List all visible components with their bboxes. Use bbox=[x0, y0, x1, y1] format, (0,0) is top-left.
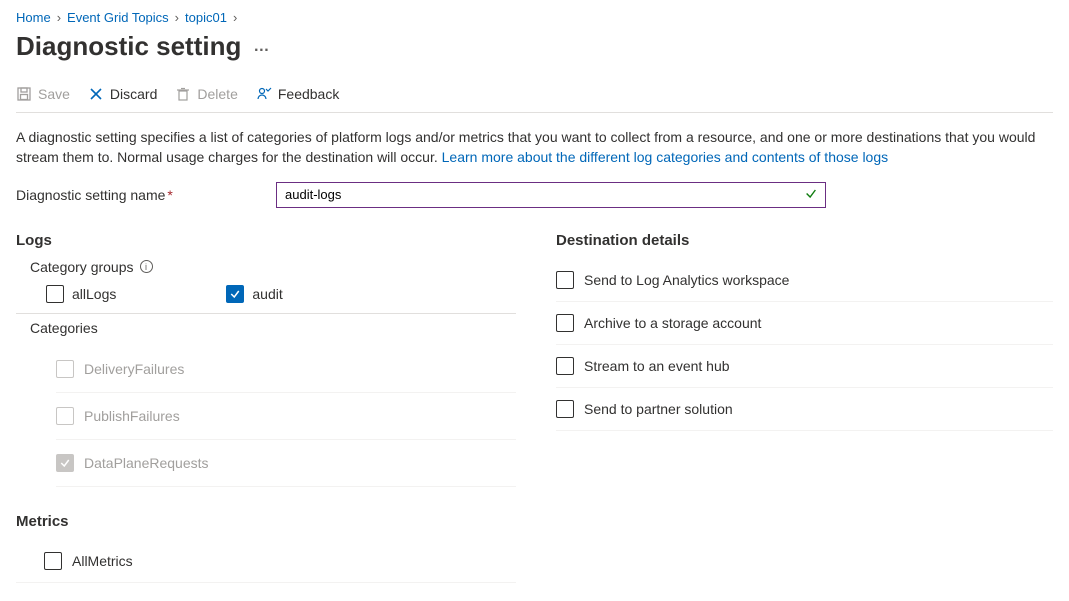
save-icon bbox=[16, 86, 32, 102]
page-title: Diagnostic setting … bbox=[16, 31, 1053, 62]
chevron-right-icon: › bbox=[233, 10, 237, 25]
dataplanerequests-checkbox bbox=[56, 454, 74, 472]
discard-label: Discard bbox=[110, 86, 157, 102]
dest-storage-label: Archive to a storage account bbox=[584, 315, 761, 331]
allmetrics-checkbox[interactable] bbox=[44, 552, 62, 570]
dest-eventhub-checkbox[interactable] bbox=[556, 357, 574, 375]
category-groups-label: Category groups bbox=[30, 259, 134, 275]
dest-eventhub[interactable]: Stream to an event hub bbox=[556, 345, 1053, 388]
allmetrics-label: AllMetrics bbox=[72, 553, 133, 569]
trash-icon bbox=[175, 86, 191, 102]
audit-checkbox[interactable] bbox=[226, 285, 244, 303]
alllogs-checkbox[interactable] bbox=[46, 285, 64, 303]
required-mark: * bbox=[167, 187, 172, 203]
checkmark-icon bbox=[804, 186, 818, 203]
feedback-icon bbox=[256, 86, 272, 102]
category-item-deliveryfailures: DeliveryFailures bbox=[56, 346, 516, 393]
categories-list: DeliveryFailures PublishFailures DataPla… bbox=[16, 346, 516, 487]
intro-text: A diagnostic setting specifies a list of… bbox=[16, 127, 1036, 168]
alllogs-label: allLogs bbox=[72, 286, 116, 302]
toolbar: Save Discard Delete Feedback bbox=[16, 80, 1053, 113]
discard-button[interactable]: Discard bbox=[88, 86, 157, 102]
chevron-right-icon: › bbox=[57, 10, 61, 25]
delete-button[interactable]: Delete bbox=[175, 86, 237, 102]
dest-storage-checkbox[interactable] bbox=[556, 314, 574, 332]
name-label-text: Diagnostic setting name bbox=[16, 187, 165, 203]
learn-more-link[interactable]: Learn more about the different log categ… bbox=[442, 149, 888, 165]
alllogs-item[interactable]: allLogs bbox=[46, 285, 116, 303]
audit-label: audit bbox=[252, 286, 282, 302]
metrics-heading: Metrics bbox=[16, 513, 516, 530]
category-groups-row: allLogs audit bbox=[16, 285, 516, 314]
allmetrics-item[interactable]: AllMetrics bbox=[16, 540, 516, 583]
categories-heading: Categories bbox=[30, 320, 516, 336]
more-icon[interactable]: … bbox=[253, 38, 269, 56]
breadcrumb: Home › Event Grid Topics › topic01 › bbox=[16, 10, 1053, 25]
breadcrumb-eventgrid[interactable]: Event Grid Topics bbox=[67, 10, 169, 25]
feedback-label: Feedback bbox=[278, 86, 339, 102]
info-icon[interactable]: i bbox=[140, 260, 153, 273]
dest-log-analytics[interactable]: Send to Log Analytics workspace bbox=[556, 259, 1053, 302]
category-item-publishfailures: PublishFailures bbox=[56, 393, 516, 440]
logs-column: Logs Category groups i allLogs audit Cat… bbox=[16, 226, 516, 583]
diagnostic-name-input[interactable] bbox=[276, 182, 826, 208]
feedback-button[interactable]: Feedback bbox=[256, 86, 339, 102]
chevron-right-icon: › bbox=[175, 10, 179, 25]
publishfailures-label: PublishFailures bbox=[84, 408, 180, 424]
destinations-column: Destination details Send to Log Analytic… bbox=[556, 226, 1053, 583]
close-icon bbox=[88, 86, 104, 102]
name-label: Diagnostic setting name* bbox=[16, 187, 256, 203]
dest-storage[interactable]: Archive to a storage account bbox=[556, 302, 1053, 345]
category-groups-heading: Category groups i bbox=[30, 259, 516, 275]
save-label: Save bbox=[38, 86, 70, 102]
dest-partner[interactable]: Send to partner solution bbox=[556, 388, 1053, 431]
destinations-list: Send to Log Analytics workspace Archive … bbox=[556, 259, 1053, 431]
dest-log-analytics-label: Send to Log Analytics workspace bbox=[584, 272, 789, 288]
save-button[interactable]: Save bbox=[16, 86, 70, 102]
dest-partner-checkbox[interactable] bbox=[556, 400, 574, 418]
deliveryfailures-label: DeliveryFailures bbox=[84, 361, 184, 377]
breadcrumb-home[interactable]: Home bbox=[16, 10, 51, 25]
logs-heading: Logs bbox=[16, 232, 516, 249]
dest-log-analytics-checkbox[interactable] bbox=[556, 271, 574, 289]
destinations-heading: Destination details bbox=[556, 232, 1053, 249]
category-item-dataplanerequests: DataPlaneRequests bbox=[56, 440, 516, 487]
dest-partner-label: Send to partner solution bbox=[584, 401, 733, 417]
delete-label: Delete bbox=[197, 86, 237, 102]
dataplanerequests-label: DataPlaneRequests bbox=[84, 455, 209, 471]
deliveryfailures-checkbox bbox=[56, 360, 74, 378]
audit-item[interactable]: audit bbox=[226, 285, 282, 303]
page-title-text: Diagnostic setting bbox=[16, 31, 241, 62]
breadcrumb-topic[interactable]: topic01 bbox=[185, 10, 227, 25]
publishfailures-checkbox bbox=[56, 407, 74, 425]
name-row: Diagnostic setting name* bbox=[16, 182, 1053, 208]
dest-eventhub-label: Stream to an event hub bbox=[584, 358, 730, 374]
